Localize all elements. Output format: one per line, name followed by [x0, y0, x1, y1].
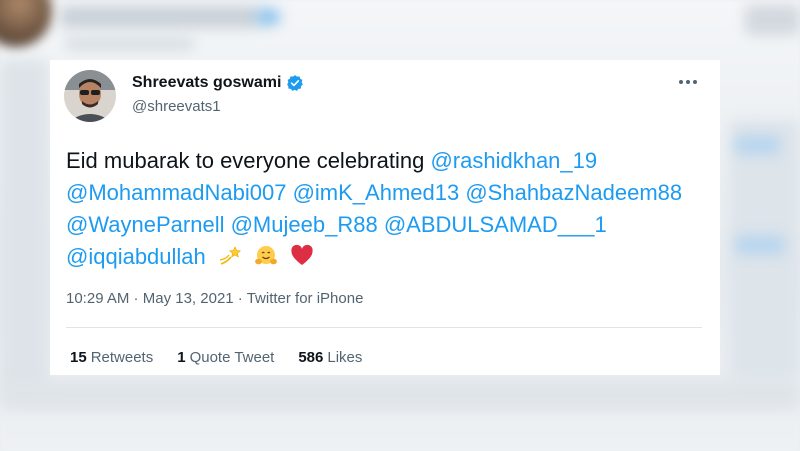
- mention-link[interactable]: @Mujeeb_R88: [231, 212, 378, 237]
- blurred-left-column: [0, 60, 48, 390]
- likes-label: Likes: [327, 349, 363, 366]
- tweet-source[interactable]: Twitter for iPhone: [247, 290, 364, 307]
- tweet-meta: 10:29 AM · May 13, 2021 · Twitter for iP…: [66, 290, 363, 307]
- blurred-link: [735, 135, 780, 155]
- blurred-corner: [745, 5, 800, 35]
- divider: [66, 327, 702, 328]
- meta-separator: ·: [233, 290, 247, 307]
- likes-count: 586: [298, 349, 324, 366]
- tweet-stats: 15 Retweets 1 Quote Tweet 586 Likes: [70, 349, 362, 366]
- blurred-link: [735, 235, 785, 255]
- retweets-label: Retweets: [90, 349, 154, 366]
- blurred-avatar: [0, 0, 52, 47]
- tweet-date[interactable]: May 13, 2021: [143, 290, 234, 307]
- mention-link[interactable]: @ShahbazNadeem88: [465, 180, 682, 205]
- mention-link[interactable]: @rashidkhan_19: [430, 148, 597, 173]
- mention-link[interactable]: @WayneParnell: [66, 212, 224, 237]
- quotes-label: Quote Tweet: [189, 349, 275, 366]
- blurred-footer: [0, 380, 800, 410]
- mention-link[interactable]: @imK_Ahmed13: [293, 180, 460, 205]
- author-avatar[interactable]: [64, 70, 116, 122]
- likes-stat[interactable]: 586 Likes: [298, 349, 362, 366]
- mention-link[interactable]: @iqqiabdullah: [66, 244, 206, 269]
- mention-link[interactable]: @MohammadNabi007: [66, 180, 286, 205]
- blurred-name: [60, 6, 260, 28]
- red-heart-icon: [290, 244, 314, 268]
- retweets-count: 15: [70, 349, 87, 366]
- blurred-handle: [65, 38, 195, 50]
- blurred-badge: [255, 8, 281, 26]
- avatar-photo-icon: [64, 70, 116, 122]
- hugging-face-icon: [254, 244, 278, 268]
- tweet-time[interactable]: 10:29 AM: [66, 290, 129, 307]
- quote-tweets-stat[interactable]: 1 Quote Tweet: [177, 349, 274, 366]
- tweet-card: Shreevats goswami @shreevats1 Eid mubara…: [50, 60, 720, 375]
- tweet-text: Eid mubarak to everyone celebrating @ras…: [66, 145, 706, 273]
- author-name-row: Shreevats goswami: [132, 74, 304, 92]
- tweet-text-intro: Eid mubarak to everyone celebrating: [66, 148, 425, 173]
- more-options-icon[interactable]: [674, 72, 702, 92]
- dizzy-star-icon: [218, 244, 242, 268]
- mention-link[interactable]: @ABDULSAMAD___1: [384, 212, 607, 237]
- quotes-count: 1: [177, 349, 186, 366]
- author-name[interactable]: Shreevats goswami: [132, 74, 281, 92]
- verified-badge-icon: [286, 74, 304, 92]
- meta-separator: ·: [129, 290, 143, 307]
- author-handle[interactable]: @shreevats1: [132, 98, 221, 115]
- retweets-stat[interactable]: 15 Retweets: [70, 349, 153, 366]
